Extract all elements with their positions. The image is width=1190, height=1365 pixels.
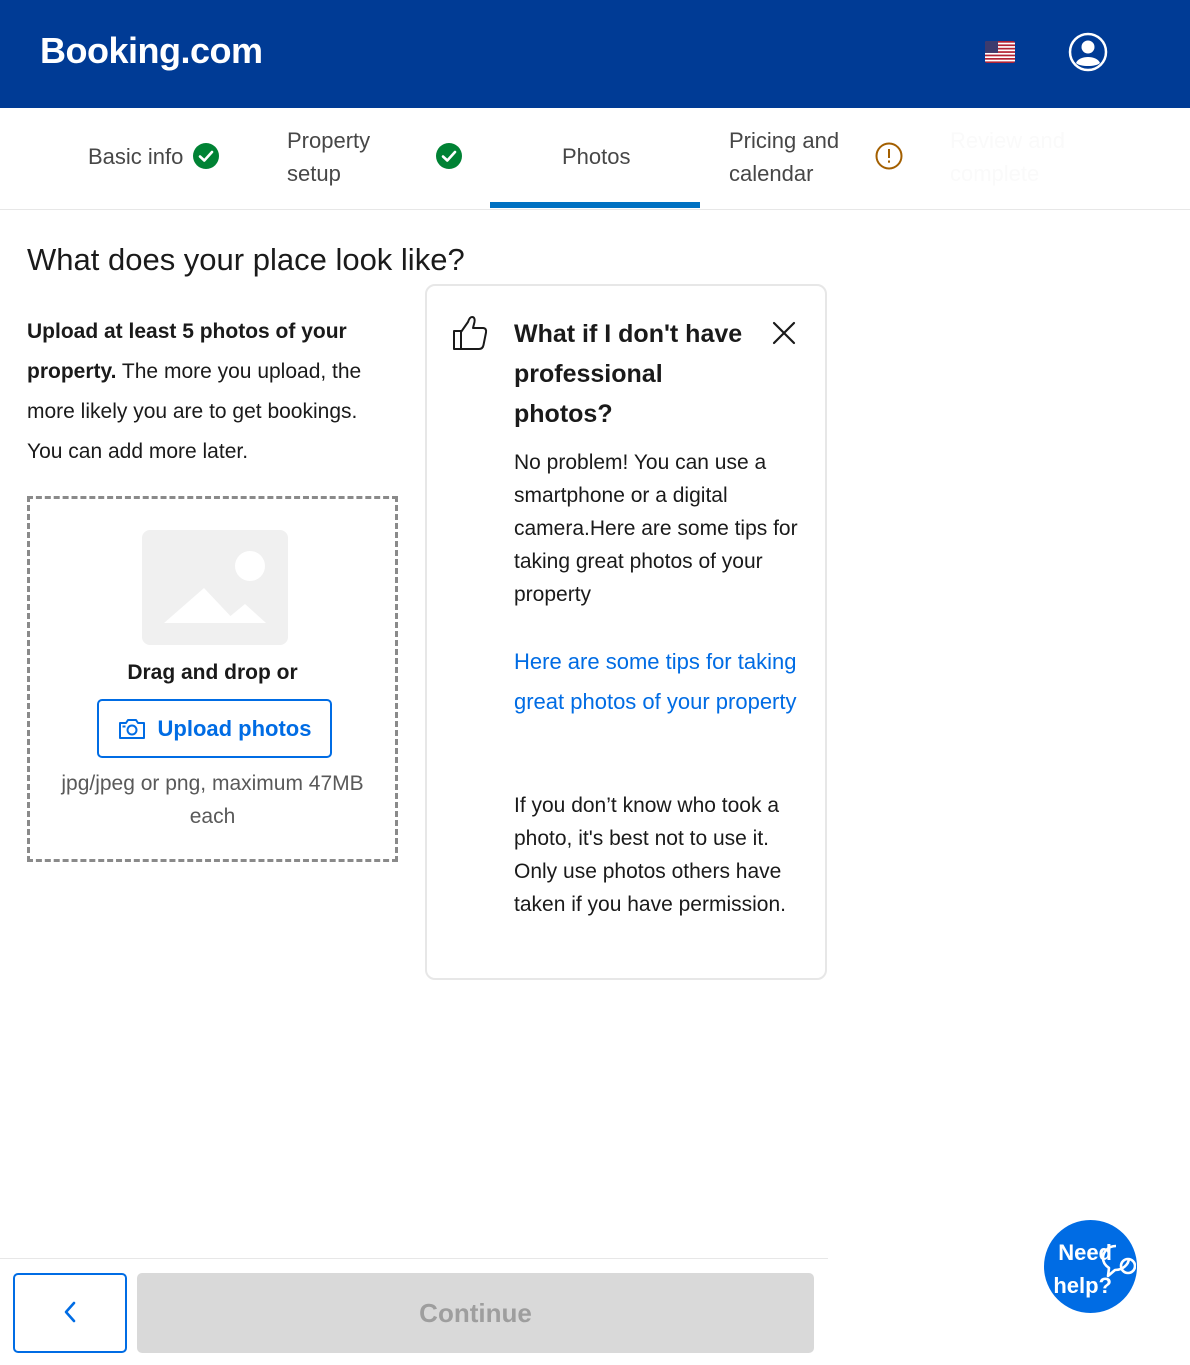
upload-photos-label: Upload photos bbox=[157, 715, 312, 741]
step-basic-info[interactable]: Basic info bbox=[88, 140, 183, 173]
check-circle-icon bbox=[435, 142, 463, 170]
footer-divider bbox=[0, 1258, 828, 1259]
photo-dropzone[interactable]: Drag and drop or Upload photos jpg/jpeg … bbox=[27, 496, 398, 862]
progress-stepper: Basic info Property setup Photos Pricing… bbox=[0, 108, 1190, 210]
file-format-hint: jpg/jpeg or png, maximum 47MB each bbox=[61, 772, 364, 828]
upload-photos-button[interactable]: Upload photos bbox=[97, 699, 332, 758]
check-circle-icon bbox=[192, 142, 220, 170]
us-flag-icon[interactable] bbox=[985, 41, 1015, 63]
tip-title: What if I don't have professional photos… bbox=[514, 320, 743, 428]
drag-drop-label: Drag and drop or bbox=[127, 661, 298, 684]
camera-icon bbox=[118, 718, 146, 740]
chevron-left-icon bbox=[62, 1300, 78, 1327]
chat-bubble-icon bbox=[1100, 1242, 1137, 1280]
top-header: Booking.com bbox=[0, 0, 1190, 108]
step-pricing-calendar[interactable]: Pricing and calendar bbox=[729, 124, 859, 190]
back-button[interactable] bbox=[13, 1273, 127, 1353]
account-icon[interactable] bbox=[1068, 32, 1108, 72]
step-review-complete: Review and complete bbox=[950, 128, 1065, 186]
continue-button[interactable]: Continue bbox=[137, 1273, 814, 1353]
image-placeholder-icon bbox=[142, 530, 288, 645]
step-property-setup[interactable]: Property setup bbox=[287, 124, 407, 190]
tip-body: No problem! You can use a smartphone or … bbox=[514, 451, 798, 606]
booking-logo[interactable]: Booking.com bbox=[40, 30, 263, 72]
warning-circle-icon bbox=[875, 142, 903, 170]
step-photos[interactable]: Photos bbox=[562, 140, 631, 173]
thumbs-up-icon bbox=[451, 314, 489, 352]
tip-card: What if I don't have professional photos… bbox=[425, 284, 827, 980]
tip-permission-note: If you don’t know who took a photo, it's… bbox=[514, 794, 786, 916]
active-step-indicator bbox=[490, 202, 700, 208]
upload-instructions: Upload at least 5 photos of your propert… bbox=[27, 312, 397, 472]
close-icon[interactable] bbox=[771, 320, 797, 346]
need-help-button[interactable]: Need help? bbox=[1044, 1220, 1137, 1313]
photo-tips-link[interactable]: Here are some tips for taking great phot… bbox=[514, 642, 814, 722]
page-title: What does your place look like? bbox=[27, 242, 465, 277]
